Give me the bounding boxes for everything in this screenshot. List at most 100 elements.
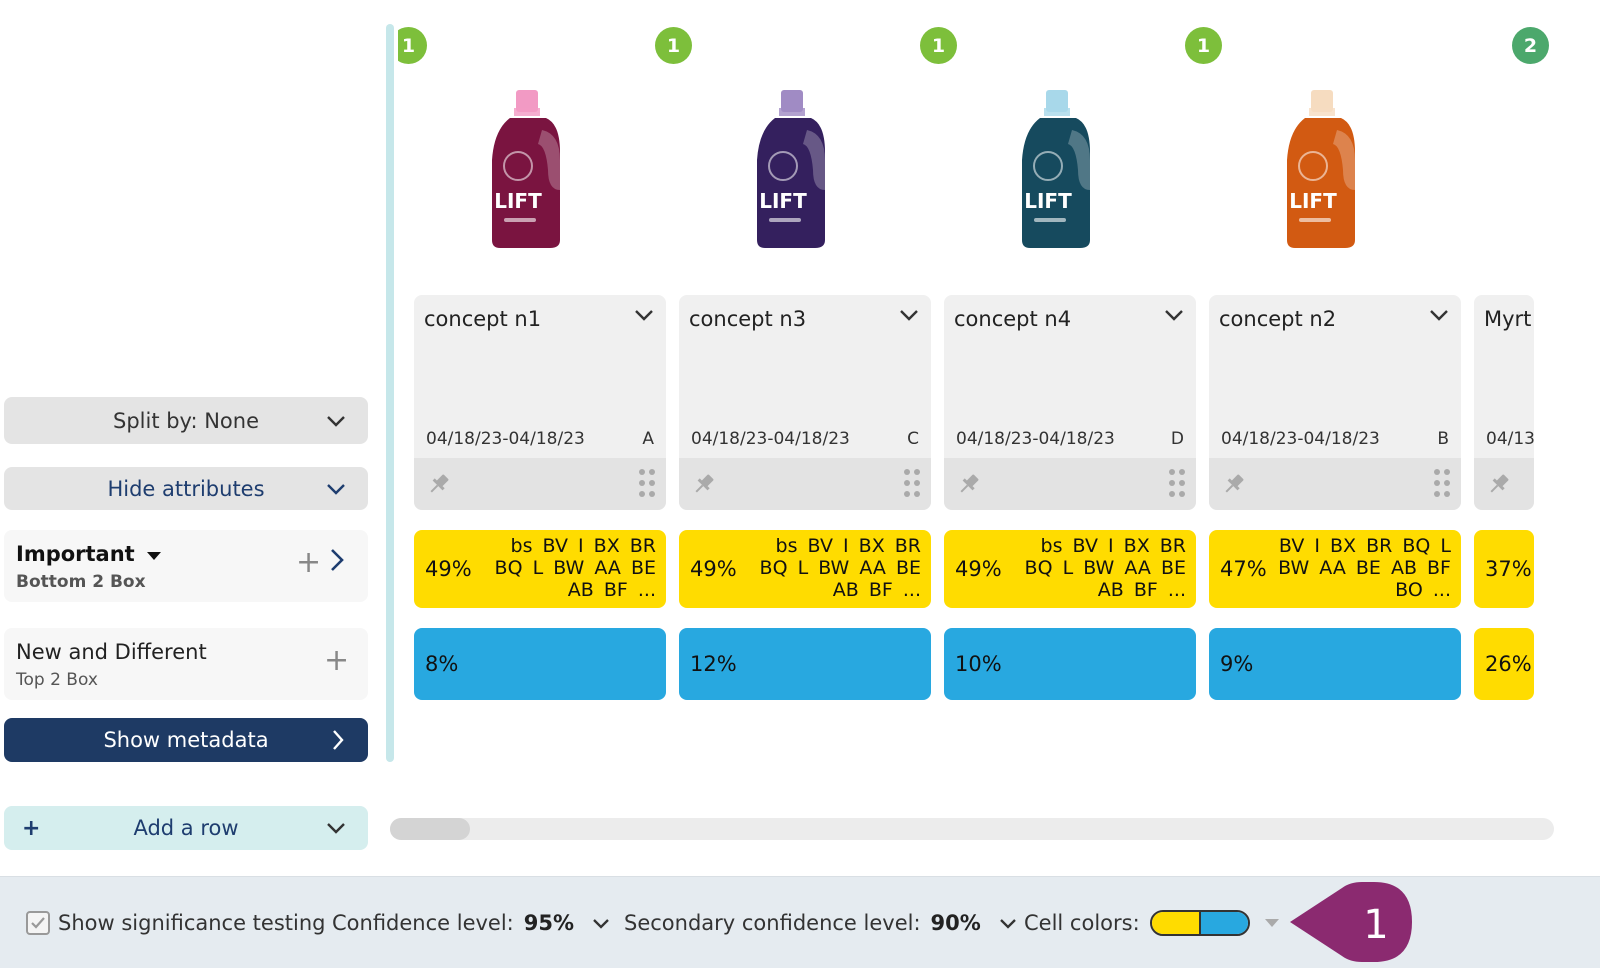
rank-badge: 1 xyxy=(655,27,692,64)
cell-colors-picker[interactable]: Cell colors: xyxy=(1024,877,1280,968)
chevron-right-icon[interactable] xyxy=(330,548,344,572)
secondary-confidence-dropdown[interactable]: Secondary confidence level: 90% xyxy=(624,877,1017,968)
drag-handle-icon[interactable] xyxy=(1433,468,1451,498)
checkmark-icon xyxy=(31,917,45,929)
checkbox[interactable] xyxy=(26,911,50,935)
pin-icon[interactable] xyxy=(1486,471,1512,497)
concept-header[interactable]: concept n3 04/18/23-04/18/23 C xyxy=(679,295,931,510)
cell-new-and-different[interactable]: 10% xyxy=(944,628,1196,700)
cell-new-and-different[interactable]: 26% xyxy=(1474,628,1534,700)
chevron-down-icon[interactable] xyxy=(634,309,654,321)
cell-important[interactable]: 47% BV I BX BR BQ L BW AA BE AB BF BO ..… xyxy=(1209,530,1461,608)
cell-colors-swatch[interactable] xyxy=(1149,910,1250,936)
column-toolbar xyxy=(1474,458,1534,510)
chevron-down-icon[interactable] xyxy=(1429,309,1449,321)
rank-badge: 1 xyxy=(398,27,427,64)
product-image: LIFT xyxy=(1287,90,1355,248)
yellow-swatch xyxy=(1151,912,1199,934)
hide-attributes-dropdown[interactable]: Hide attributes xyxy=(4,467,368,510)
column-letter: D xyxy=(1170,429,1184,449)
attribute-row-important[interactable]: Important Bottom 2 Box + xyxy=(4,530,368,602)
confidence-level-label: Confidence level: xyxy=(332,911,514,935)
cell-new-and-different[interactable]: 12% xyxy=(679,628,931,700)
significance-codes: bs BV I BX BR BQ L BW AA BE AB BF ... xyxy=(1024,535,1186,601)
drag-handle-icon[interactable] xyxy=(903,468,921,498)
cell-percent: 10% xyxy=(955,652,1002,676)
callout-number: 1 xyxy=(1363,902,1388,948)
confidence-level-dropdown[interactable]: Confidence level: 95% xyxy=(332,877,610,968)
panel-divider[interactable] xyxy=(386,24,394,762)
callout-marker: 1 xyxy=(1290,882,1412,962)
cell-percent: 9% xyxy=(1220,652,1254,676)
plus-icon: + xyxy=(22,815,41,841)
horizontal-scrollbar[interactable] xyxy=(390,818,1554,840)
cell-new-and-different[interactable]: 8% xyxy=(414,628,666,700)
cell-percent: 49% xyxy=(425,557,472,581)
significance-codes: BV I BX BR BQ L BW AA BE AB BF BO ... xyxy=(1278,535,1451,601)
concept-column: 2 Myrt 04/13 37% 26% xyxy=(1458,0,1554,720)
svg-text:LIFT: LIFT xyxy=(494,189,542,213)
product-image: LIFT xyxy=(492,90,560,248)
cell-percent: 8% xyxy=(425,652,459,676)
product-image: LIFT xyxy=(1022,90,1090,248)
caret-down-icon[interactable] xyxy=(1264,918,1280,928)
concept-name: concept n1 xyxy=(424,307,542,331)
attribute-subtitle: Top 2 Box xyxy=(16,670,98,690)
rank-badge: 2 xyxy=(1512,27,1549,64)
chevron-right-icon xyxy=(333,730,344,750)
concept-header[interactable]: Myrt 04/13 xyxy=(1474,295,1534,510)
cell-percent: 47% xyxy=(1220,557,1267,581)
significance-testing-label: Show significance testing xyxy=(58,911,326,935)
concept-header[interactable]: concept n2 04/18/23-04/18/23 B xyxy=(1209,295,1461,510)
pin-icon[interactable] xyxy=(691,471,717,497)
cell-important[interactable]: 37% xyxy=(1474,530,1534,608)
add-row-label: Add a row xyxy=(133,816,239,840)
attribute-title[interactable]: Important xyxy=(16,542,162,566)
svg-text:LIFT: LIFT xyxy=(759,189,807,213)
cell-percent: 37% xyxy=(1485,557,1532,581)
cell-percent: 12% xyxy=(690,652,737,676)
sidebar: Split by: None Hide attributes Important… xyxy=(0,0,372,870)
concept-name: concept n2 xyxy=(1219,307,1337,331)
concept-header[interactable]: concept n1 04/18/23-04/18/23 A xyxy=(414,295,666,510)
concept-name: concept n4 xyxy=(954,307,1072,331)
drag-handle-icon[interactable] xyxy=(638,468,656,498)
chevron-down-icon[interactable] xyxy=(899,309,919,321)
cell-colors-label: Cell colors: xyxy=(1024,911,1140,935)
concept-name: concept n3 xyxy=(689,307,807,331)
scrollbar-thumb[interactable] xyxy=(390,818,470,840)
pin-icon[interactable] xyxy=(956,471,982,497)
cell-important[interactable]: 49% bs BV I BX BR BQ L BW AA BE AB BF ..… xyxy=(679,530,931,608)
product-image: LIFT xyxy=(757,90,825,248)
pin-icon[interactable] xyxy=(426,471,452,497)
chevron-down-icon[interactable] xyxy=(1164,309,1184,321)
significance-testing-toggle[interactable]: Show significance testing xyxy=(26,877,325,968)
cell-important[interactable]: 49% bs BV I BX BR BQ L BW AA BE AB BF ..… xyxy=(944,530,1196,608)
pin-icon[interactable] xyxy=(1221,471,1247,497)
concepts-grid: 1 LIFT concept n1 04/18/23-04/18/23 A 49… xyxy=(398,0,1554,860)
concept-name: Myrt xyxy=(1484,307,1532,331)
attribute-row-new-and-different[interactable]: New and Different Top 2 Box + xyxy=(4,628,368,700)
cell-percent: 26% xyxy=(1485,652,1532,676)
caret-down-icon xyxy=(147,552,162,560)
add-icon[interactable]: + xyxy=(324,646,349,676)
chevron-down-icon xyxy=(327,415,345,427)
date-range: 04/13 xyxy=(1486,429,1534,449)
column-letter: A xyxy=(642,429,654,449)
add-row-dropdown[interactable]: + Add a row xyxy=(4,806,368,850)
concept-column: 1 LIFT concept n2 04/18/23-04/18/23 B 47… xyxy=(1185,0,1461,720)
significance-codes: bs BV I BX BR BQ L BW AA BE AB BF ... xyxy=(494,535,656,601)
secondary-confidence-value: 90% xyxy=(930,911,981,935)
cell-new-and-different[interactable]: 9% xyxy=(1209,628,1461,700)
cell-important[interactable]: 49% bs BV I BX BR BQ L BW AA BE AB BF ..… xyxy=(414,530,666,608)
drag-handle-icon[interactable] xyxy=(1168,468,1186,498)
add-icon[interactable]: + xyxy=(296,548,321,578)
concept-column: 1 LIFT concept n4 04/18/23-04/18/23 D 49… xyxy=(920,0,1196,720)
date-range: 04/18/23-04/18/23 xyxy=(1221,429,1380,449)
concept-header[interactable]: concept n4 04/18/23-04/18/23 D xyxy=(944,295,1196,510)
significance-codes: bs BV I BX BR BQ L BW AA BE AB BF ... xyxy=(759,535,921,601)
confidence-level-value: 95% xyxy=(523,911,575,935)
split-by-dropdown[interactable]: Split by: None xyxy=(4,397,368,444)
chevron-down-icon xyxy=(999,918,1016,929)
show-metadata-button[interactable]: Show metadata xyxy=(4,718,368,762)
